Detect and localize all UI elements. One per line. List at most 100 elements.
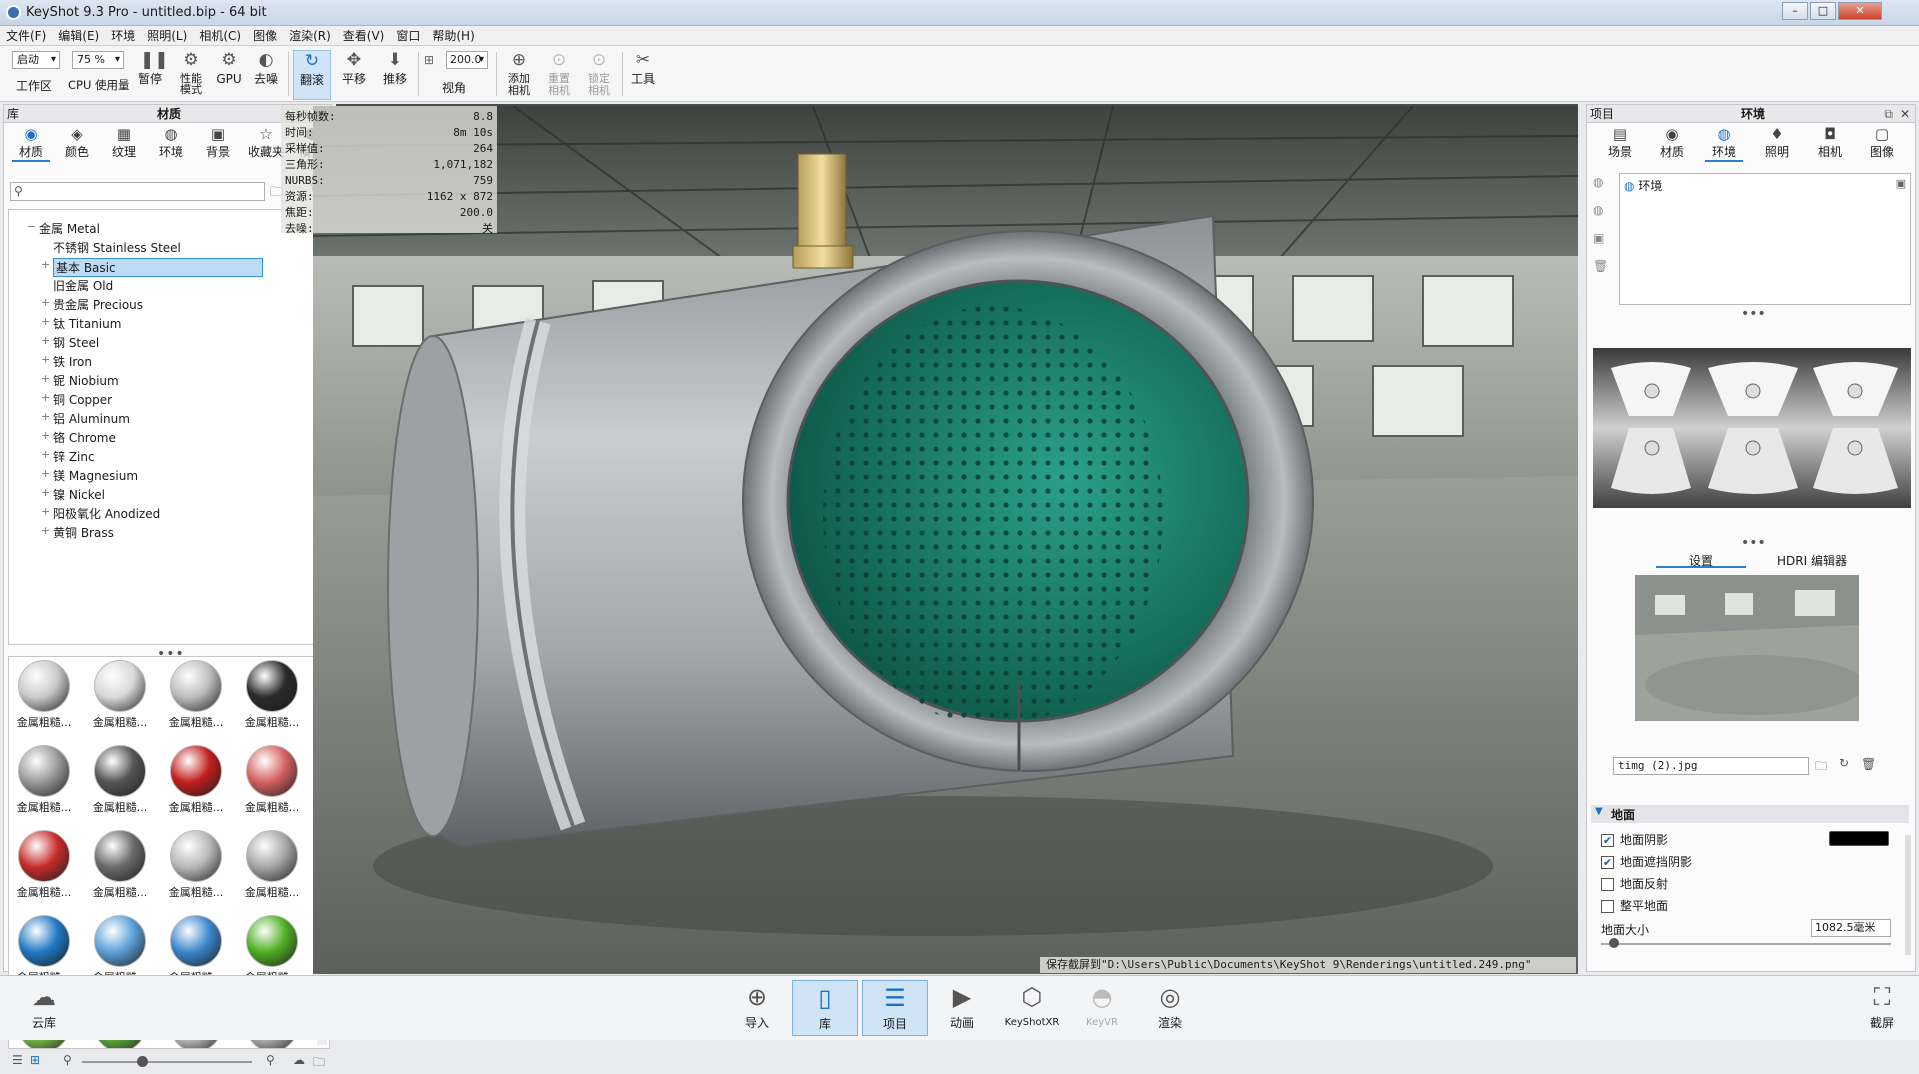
tree-item[interactable]: + 黄铜 Brass — [15, 524, 265, 540]
tab-camera[interactable]: ◘ 相机 — [1811, 125, 1849, 160]
material-thumbnail[interactable]: 金属粗糙... — [167, 744, 225, 814]
delete-icon[interactable]: 🗑 — [1593, 259, 1608, 273]
environment-list-item[interactable]: ◍ 环境 — [1624, 177, 1662, 194]
animation-button[interactable]: ▶ 动画 — [932, 980, 992, 1036]
render-viewport[interactable] — [313, 106, 1578, 974]
menu-help[interactable]: 帮助(H) — [426, 26, 480, 46]
ground-option[interactable]: 地面反射 — [1601, 873, 1901, 895]
menu-edit[interactable]: 编辑(E) — [52, 26, 105, 46]
splitter-handle[interactable]: ••• — [1741, 306, 1766, 322]
splitter-handle[interactable]: ••• — [1741, 535, 1766, 551]
tab-textures[interactable]: ▦ 纹理 — [105, 125, 143, 160]
expand-icon[interactable]: + — [41, 486, 51, 499]
thumbnail-size-slider[interactable] — [82, 1061, 252, 1063]
material-thumbnail[interactable]: 金属粗糙... — [15, 744, 73, 814]
expand-icon[interactable]: + — [41, 315, 51, 328]
expand-icon[interactable]: + — [41, 467, 51, 480]
list-view-icon[interactable]: ☰ — [12, 1053, 23, 1067]
tree-item[interactable]: + 阳极氧化 Anodized — [15, 505, 265, 521]
grid-view-icon[interactable]: ⊞ — [30, 1053, 40, 1067]
duplicate-environment-icon[interactable]: ◍ — [1593, 203, 1603, 217]
zoom-in-icon[interactable]: ⚲ — [266, 1053, 275, 1067]
material-thumbnail[interactable]: 金属粗糙... — [243, 914, 301, 984]
tree-item[interactable]: 旧金属 Old — [15, 277, 265, 293]
slider-handle[interactable] — [137, 1056, 148, 1067]
zoom-out-icon[interactable]: ⚲ — [63, 1053, 72, 1067]
add-environment-icon[interactable]: ◍ — [1593, 175, 1603, 189]
cpu-usage-select[interactable]: 75 % — [72, 51, 124, 69]
add-camera-button[interactable]: ⊕ 添加 相机 — [500, 50, 538, 100]
menu-window[interactable]: 窗口 — [390, 26, 426, 46]
tools-button[interactable]: ✂ 工具 — [626, 50, 660, 100]
tree-item[interactable]: + 镁 Magnesium — [15, 467, 265, 483]
tree-item[interactable]: + 锌 Zinc — [15, 448, 265, 464]
ground-section-header[interactable]: ▼ 地面 — [1591, 805, 1909, 823]
menu-image[interactable]: 图像 — [247, 26, 283, 46]
keyvr-button[interactable]: ◓ KeyVR — [1072, 980, 1132, 1036]
tab-materials[interactable]: ◉ 材质 — [12, 125, 50, 162]
dolly-button[interactable]: ⬇ 推移 — [376, 50, 414, 100]
slider-handle[interactable] — [1609, 938, 1619, 948]
reset-camera-button[interactable]: ⊙ 重置 相机 — [540, 50, 578, 100]
menu-camera[interactable]: 相机(C) — [193, 26, 247, 46]
tab-scene[interactable]: ▤ 场景 — [1601, 125, 1639, 160]
menu-lighting[interactable]: 照明(L) — [141, 26, 193, 46]
material-thumbnail[interactable]: 金属粗糙... — [91, 914, 149, 984]
material-thumbnail[interactable]: 金属粗糙... — [243, 744, 301, 814]
library-button[interactable]: ▯ 库 — [792, 980, 858, 1036]
material-thumbnail[interactable]: 金属粗糙... — [15, 829, 73, 899]
tree-item[interactable]: + 镍 Nickel — [15, 486, 265, 502]
keyshotxr-button[interactable]: ⬡ KeyShotXR — [996, 980, 1068, 1036]
tree-item[interactable]: + 铬 Chrome — [15, 429, 265, 445]
ground-option[interactable]: ✔ 地面遮挡阴影 — [1601, 851, 1901, 873]
tab-backplates[interactable]: ▣ 背景 — [199, 125, 237, 160]
lock-icon[interactable]: ▣ — [1896, 177, 1906, 190]
lock-camera-button[interactable]: ⊙ 锁定 相机 — [580, 50, 618, 100]
tree-item[interactable]: 不锈钢 Stainless Steel — [15, 239, 265, 255]
import-button[interactable]: ⊕ 导入 — [727, 980, 787, 1036]
material-thumbnail[interactable]: 金属粗糙... — [243, 659, 301, 729]
expand-icon[interactable]: + — [41, 258, 51, 271]
tab-environments[interactable]: ◍ 环境 — [152, 125, 190, 160]
hdri-thumbnail[interactable] — [1635, 575, 1859, 721]
tree-item[interactable]: + 铌 Niobium — [15, 372, 265, 388]
material-thumbnail[interactable]: 金属粗糙... — [91, 744, 149, 814]
import-environment-icon[interactable]: ▣ — [1593, 231, 1604, 245]
minimize-button[interactable]: – — [1782, 2, 1808, 20]
expand-icon[interactable]: + — [41, 353, 51, 366]
library-search-input[interactable]: ⚲ — [10, 182, 265, 201]
tree-item[interactable]: + 铁 Iron — [15, 353, 265, 369]
cloud-upload-icon[interactable]: ☁ — [293, 1053, 305, 1067]
performance-mode-button[interactable]: ⚙ 性能 模式 — [171, 50, 211, 100]
tree-item[interactable]: + 铝 Aluminum — [15, 410, 265, 426]
material-thumbnail[interactable]: 金属粗糙... — [15, 914, 73, 984]
material-thumbnail[interactable]: 金属粗糙... — [91, 659, 149, 729]
panel-close-icon[interactable]: ✕ — [1900, 105, 1910, 123]
tab-colors[interactable]: ◈ 颜色 — [58, 125, 96, 160]
ground-option[interactable]: 整平地面 — [1601, 895, 1901, 917]
tab-hdri-editor[interactable]: HDRI 编辑器 — [1757, 552, 1867, 568]
pan-button[interactable]: ✥ 平移 — [335, 50, 373, 100]
menu-render[interactable]: 渲染(R) — [283, 26, 337, 46]
denoise-button[interactable]: ◐ 去噪 — [249, 50, 283, 100]
expand-icon[interactable]: + — [41, 429, 51, 442]
workspace-select[interactable]: 启动 — [12, 51, 60, 69]
checkbox[interactable] — [1601, 900, 1614, 913]
tree-item[interactable]: + 铜 Copper — [15, 391, 265, 407]
material-thumbnail[interactable]: 金属粗糙... — [15, 659, 73, 729]
material-thumbnail[interactable]: 金属粗糙... — [167, 914, 225, 984]
close-button[interactable]: ✕ — [1838, 2, 1882, 20]
material-thumbnail[interactable]: 金属粗糙... — [91, 829, 149, 899]
delete-icon[interactable]: 🗑 — [1861, 757, 1876, 771]
gpu-button[interactable]: ⚙ GPU — [213, 50, 245, 100]
import-folder-icon[interactable]: 🗀 — [313, 1053, 325, 1074]
tree-item[interactable]: + 基本 Basic — [15, 258, 265, 277]
ground-size-slider[interactable] — [1601, 943, 1891, 945]
tree-item[interactable]: + 贵金属 Precious — [15, 296, 265, 312]
shadow-color-swatch[interactable] — [1829, 831, 1889, 846]
expand-icon[interactable]: + — [41, 524, 51, 537]
folder-open-icon[interactable]: 🗀 — [1815, 757, 1827, 778]
tab-settings[interactable]: 设置 — [1656, 552, 1746, 568]
expand-icon[interactable]: + — [41, 448, 51, 461]
refresh-icon[interactable]: ↻ — [1839, 756, 1849, 770]
